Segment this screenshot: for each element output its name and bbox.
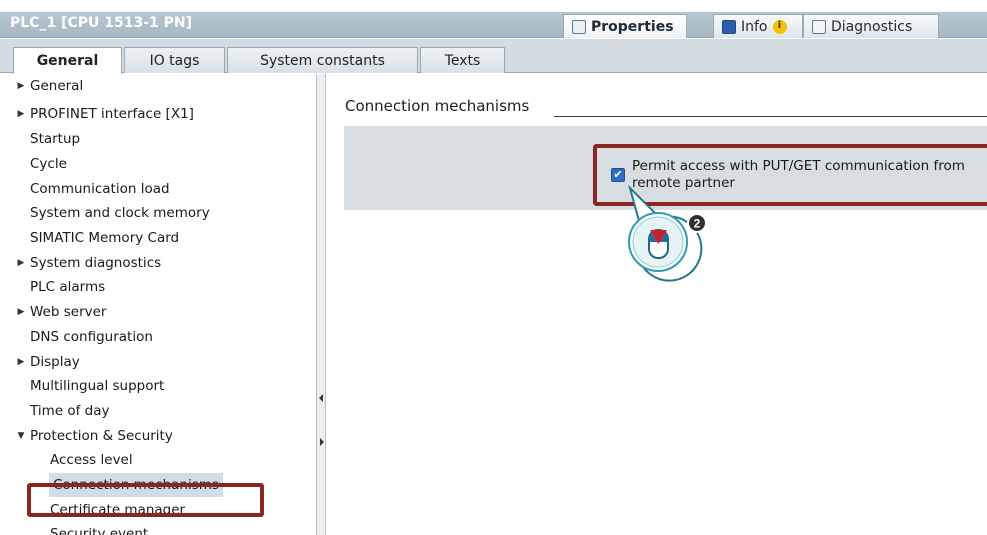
tab-properties[interactable]: Properties [563, 14, 687, 38]
diagnostics-icon [812, 19, 826, 34]
nav-item-startup[interactable]: Startup [30, 127, 80, 151]
nav-item-label: PROFINET interface [X1] [30, 106, 194, 122]
tab-properties-label: Properties [591, 18, 674, 35]
section-title: Connection mechanisms [345, 97, 530, 115]
nav-item-dns-configuration[interactable]: DNS configuration [30, 325, 153, 349]
nav-item-protection-security[interactable]: ▼ Protection & Security [12, 424, 173, 448]
expand-arrow-icon[interactable]: ▶ [12, 357, 30, 367]
collapse-arrow-icon[interactable]: ▼ [12, 431, 30, 441]
nav-item-system-and-clock-memory[interactable]: System and clock memory [30, 201, 210, 225]
nav-item-simatic-memory-card[interactable]: SIMATIC Memory Card [30, 226, 179, 250]
nav-item-communication-load[interactable]: Communication load [30, 177, 170, 201]
nav-item-general[interactable]: ▶ General [12, 74, 84, 98]
tab-info[interactable]: Info i [713, 14, 803, 38]
collapse-left-icon[interactable] [319, 394, 323, 402]
nav-highlight-frame [27, 483, 264, 517]
cropped-caption [0, 0, 987, 12]
step-callout: 2 [628, 184, 707, 282]
nav-item-time-of-day[interactable]: Time of day [30, 399, 109, 423]
navigation-tree: ▶ General ▶ PROFINET interface [X1] Startu… [12, 74, 316, 535]
tab-diagnostics[interactable]: Diagnostics [803, 14, 939, 38]
mouse-click-icon [648, 229, 669, 259]
property-tabs: General IO tags System constants Texts [0, 39, 987, 74]
nav-item-access-level[interactable]: Access level [50, 448, 133, 472]
expand-arrow-icon[interactable]: ▶ [12, 258, 30, 268]
tab-texts[interactable]: Texts [420, 47, 505, 73]
nav-item-display[interactable]: ▶ Display [12, 350, 80, 374]
nav-item-security-event[interactable]: Security event [50, 522, 148, 535]
expand-arrow-icon[interactable]: ▶ [12, 109, 30, 119]
nav-item-label: Protection & Security [30, 428, 173, 444]
tab-diagnostics-label: Diagnostics [831, 18, 913, 35]
step-number: 2 [694, 217, 701, 231]
expand-right-icon[interactable] [320, 438, 324, 446]
nav-item-label: General [30, 78, 84, 94]
nav-item-label: System diagnostics [30, 255, 162, 271]
nav-item-web-server[interactable]: ▶ Web server [12, 300, 107, 324]
nav-item-label: Display [30, 354, 80, 370]
nav-item-multilingual-support[interactable]: Multilingual support [30, 374, 164, 398]
section-divider [554, 116, 987, 117]
nav-item-system-diagnostics[interactable]: ▶ System diagnostics [12, 251, 162, 275]
panel-splitter[interactable] [316, 74, 326, 535]
expand-arrow-icon[interactable]: ▶ [12, 307, 30, 317]
tab-system-constants[interactable]: System constants [227, 47, 418, 73]
nav-item-plc-alarms[interactable]: PLC alarms [30, 275, 105, 299]
info-icon [722, 19, 736, 34]
tab-io-tags[interactable]: IO tags [124, 47, 225, 73]
inspector-titlebar: PLC_1 [CPU 1513-1 PN] Properties Info i … [0, 12, 987, 38]
window-title: PLC_1 [CPU 1513-1 PN] [10, 15, 193, 31]
expand-arrow-icon[interactable]: ▶ [12, 81, 30, 91]
properties-icon [572, 19, 586, 34]
tab-general[interactable]: General [13, 47, 122, 74]
tab-info-label: Info [741, 18, 768, 35]
info-badge-icon: i [772, 19, 787, 34]
nav-item-profinet-interface[interactable]: ▶ PROFINET interface [X1] [12, 102, 194, 126]
nav-item-label: Web server [30, 304, 107, 320]
nav-item-cycle[interactable]: Cycle [30, 152, 67, 176]
